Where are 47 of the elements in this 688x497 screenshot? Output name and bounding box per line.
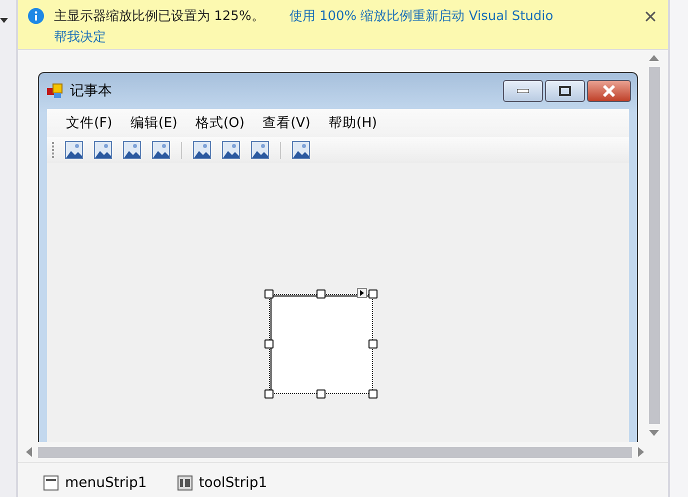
close-icon[interactable] [645, 11, 656, 22]
maximize-button[interactable] [545, 80, 585, 102]
app-icon [47, 83, 63, 99]
menu-strip-icon [43, 475, 59, 491]
component-label[interactable]: toolStrip1 [198, 475, 268, 491]
minimize-button[interactable] [503, 80, 543, 102]
menu-item[interactable]: 帮助(H) [319, 114, 386, 132]
info-message: 主显示器缩放比例已设置为 125%。 [54, 8, 264, 25]
picture-icon[interactable] [152, 141, 170, 159]
menu-item[interactable]: 查看(V) [254, 114, 320, 132]
close-icon [602, 85, 616, 97]
window-title: 记事本 [70, 82, 112, 100]
scroll-thumb[interactable] [648, 67, 660, 424]
resize-handle[interactable] [316, 390, 326, 398]
restart-link[interactable]: 使用 100% 缩放比例重新启动 Visual Studio [289, 7, 554, 25]
resize-handle[interactable] [264, 340, 274, 348]
resize-handle[interactable] [368, 390, 378, 398]
close-button[interactable] [587, 80, 631, 102]
menu-item[interactable]: 文件(F) [57, 114, 122, 132]
picture-icon[interactable] [222, 141, 240, 159]
picture-icon[interactable] [292, 141, 310, 159]
resize-handle[interactable] [368, 340, 378, 348]
picture-icon[interactable] [65, 141, 83, 159]
resize-handle[interactable] [264, 390, 274, 398]
scroll-right-icon[interactable] [638, 447, 644, 457]
maximize-icon [559, 86, 571, 96]
picture-box[interactable] [269, 294, 373, 394]
resize-handle[interactable] [264, 290, 274, 298]
minimize-icon [517, 89, 529, 93]
tool-strip-icon [176, 475, 193, 491]
picture-icon[interactable] [94, 141, 112, 159]
help-link[interactable]: 帮我决定 [54, 28, 635, 46]
picture-icon[interactable] [123, 141, 141, 159]
dropdown-arrow-icon[interactable] [0, 18, 8, 23]
picture-icon[interactable] [251, 141, 269, 159]
menu-item[interactable]: 编辑(E) [121, 114, 186, 132]
scroll-thumb[interactable] [38, 446, 632, 458]
smart-tag-icon[interactable] [357, 288, 367, 298]
picture-icon[interactable] [193, 141, 211, 159]
menu-item[interactable]: 格式(O) [186, 114, 254, 132]
scroll-left-icon[interactable] [26, 447, 32, 457]
resize-handle[interactable] [368, 290, 378, 298]
scroll-down-icon[interactable] [649, 430, 659, 436]
scroll-up-icon[interactable] [649, 55, 659, 61]
resize-handle[interactable] [316, 290, 326, 298]
component-label[interactable]: menuStrip1 [65, 475, 147, 491]
info-icon [28, 8, 44, 24]
